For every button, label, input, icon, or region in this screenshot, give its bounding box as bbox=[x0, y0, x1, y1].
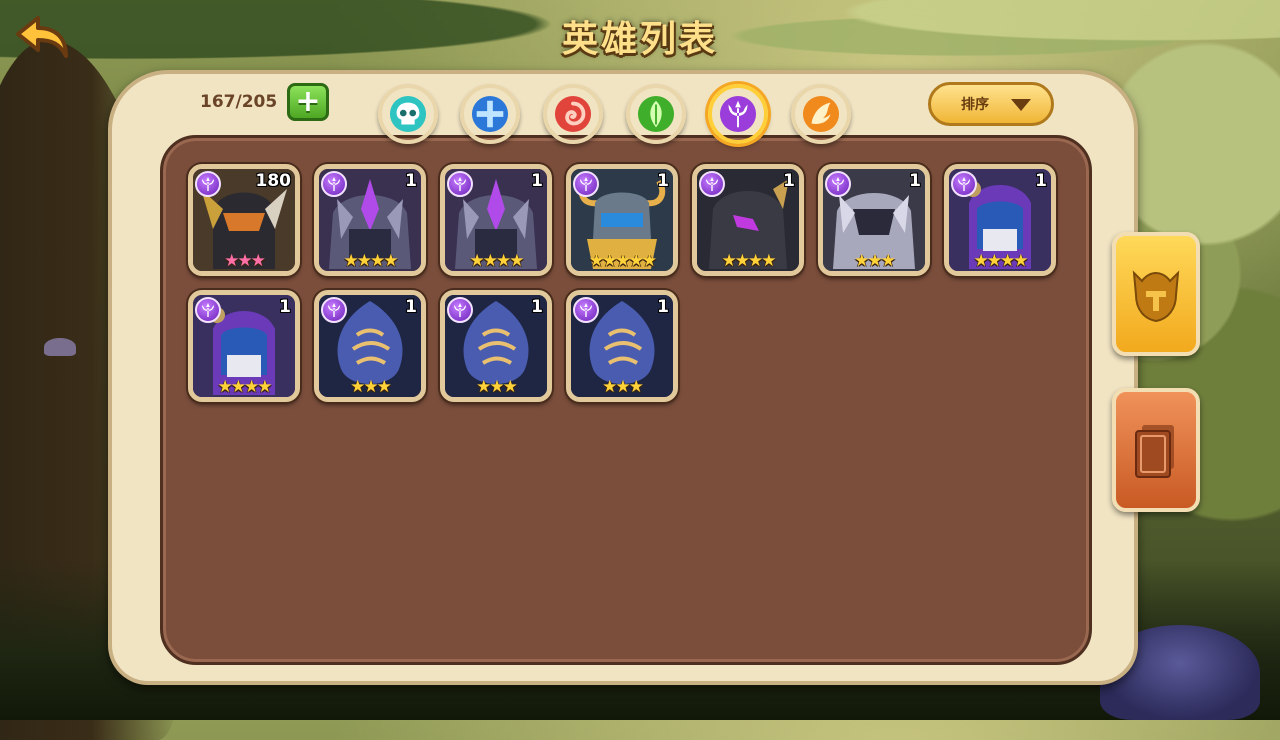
filter-fortress[interactable] bbox=[460, 84, 520, 144]
hero-level: 1 bbox=[405, 171, 417, 191]
star-rating: ★★★ bbox=[224, 251, 266, 271]
faction-trident-icon bbox=[202, 177, 214, 191]
page-title: 英雄列表 bbox=[561, 19, 718, 60]
tab-heroes[interactable] bbox=[1112, 232, 1200, 356]
hero-level: 180 bbox=[255, 171, 292, 191]
add-hero-slots-button[interactable]: + bbox=[287, 83, 329, 121]
hero-card[interactable]: 1 ★★★★ bbox=[314, 164, 426, 276]
hero-level: 1 bbox=[531, 171, 543, 191]
filter-abyss[interactable] bbox=[543, 84, 603, 144]
faction-trident-icon bbox=[580, 303, 592, 317]
hero-card[interactable]: 1 ★★★ bbox=[818, 164, 930, 276]
cross-shield-icon bbox=[471, 95, 509, 133]
star-rating: ★★★★ bbox=[343, 251, 399, 271]
star-rating: ★★★ bbox=[854, 251, 896, 271]
faction-badge bbox=[573, 171, 599, 197]
hero-level: 1 bbox=[279, 297, 291, 317]
tab-cards[interactable] bbox=[1112, 388, 1200, 512]
faction-trident-icon bbox=[328, 303, 340, 317]
hero-level: 1 bbox=[1035, 171, 1047, 191]
sort-dropdown[interactable]: 排序 bbox=[928, 82, 1054, 126]
hero-level: 1 bbox=[405, 297, 417, 317]
hero-level: 1 bbox=[531, 297, 543, 317]
background-mushroom bbox=[44, 338, 76, 356]
star-rating: ★★★ bbox=[350, 377, 392, 397]
leaf-icon bbox=[637, 95, 675, 133]
filter-forest[interactable] bbox=[626, 84, 686, 144]
faction-badge bbox=[699, 171, 725, 197]
hero-level: 1 bbox=[657, 297, 669, 317]
star-rating: ★★★★ bbox=[469, 251, 525, 271]
faction-trident-icon bbox=[706, 177, 718, 191]
helmet-icon bbox=[1132, 270, 1180, 323]
faction-trident-icon bbox=[454, 303, 466, 317]
swirl-icon bbox=[554, 95, 592, 133]
star-rating: ★★★★ bbox=[973, 251, 1029, 271]
faction-badge bbox=[195, 297, 221, 323]
star-rating: ★★★ bbox=[602, 377, 644, 397]
hero-card[interactable]: 1 ★★★★ bbox=[440, 164, 552, 276]
plus-icon: + bbox=[295, 84, 321, 119]
star-rating: ★★★★ bbox=[217, 377, 273, 397]
faction-badge bbox=[195, 171, 221, 197]
wing-icon bbox=[802, 95, 840, 133]
hero-card[interactable]: 1 ★★★ bbox=[440, 290, 552, 402]
hero-level: 1 bbox=[657, 171, 669, 191]
faction-badge bbox=[573, 297, 599, 323]
chevron-down-icon bbox=[1011, 99, 1031, 111]
hero-count: 167/205 bbox=[200, 92, 278, 112]
card-icon bbox=[1135, 425, 1174, 478]
faction-badge bbox=[951, 171, 977, 197]
faction-trident-icon bbox=[832, 177, 844, 191]
faction-badge bbox=[321, 297, 347, 323]
faction-trident-icon bbox=[580, 177, 592, 191]
faction-trident-icon bbox=[958, 177, 970, 191]
skull-icon bbox=[389, 95, 427, 133]
hero-level: 1 bbox=[909, 171, 921, 191]
hero-card[interactable]: 180 ★★★ bbox=[188, 164, 300, 276]
faction-badge bbox=[447, 171, 473, 197]
faction-badge bbox=[447, 297, 473, 323]
hero-card[interactable]: 1 ★★★ bbox=[566, 290, 678, 402]
trident-icon bbox=[719, 95, 757, 133]
hero-level: 1 bbox=[783, 171, 795, 191]
hero-grid: 180 ★★★ 1 ★★★★ 1 ★★★★ 1 ★★★★★ 1 ★★★★ 1 ★★★ 1 ★★★★ 1 ★★★… bbox=[188, 164, 1068, 402]
hero-card[interactable]: 1 ★★★★ bbox=[692, 164, 804, 276]
hero-card[interactable]: 1 ★★★★ bbox=[188, 290, 300, 402]
faction-trident-icon bbox=[328, 177, 340, 191]
filter-light[interactable] bbox=[791, 84, 851, 144]
hero-card[interactable]: 1 ★★★★ bbox=[944, 164, 1056, 276]
faction-trident-icon bbox=[454, 177, 466, 191]
star-rating: ★★★ bbox=[476, 377, 518, 397]
sort-label: 排序 bbox=[961, 97, 989, 113]
filter-dark[interactable] bbox=[708, 84, 768, 144]
hero-card[interactable]: 1 ★★★★★ bbox=[566, 164, 678, 276]
star-rating: ★★★★★ bbox=[588, 251, 657, 271]
hero-card[interactable]: 1 ★★★ bbox=[314, 290, 426, 402]
faction-badge bbox=[825, 171, 851, 197]
faction-trident-icon bbox=[202, 303, 214, 317]
star-rating: ★★★★ bbox=[721, 251, 777, 271]
filter-shadow[interactable] bbox=[378, 84, 438, 144]
faction-badge bbox=[321, 171, 347, 197]
